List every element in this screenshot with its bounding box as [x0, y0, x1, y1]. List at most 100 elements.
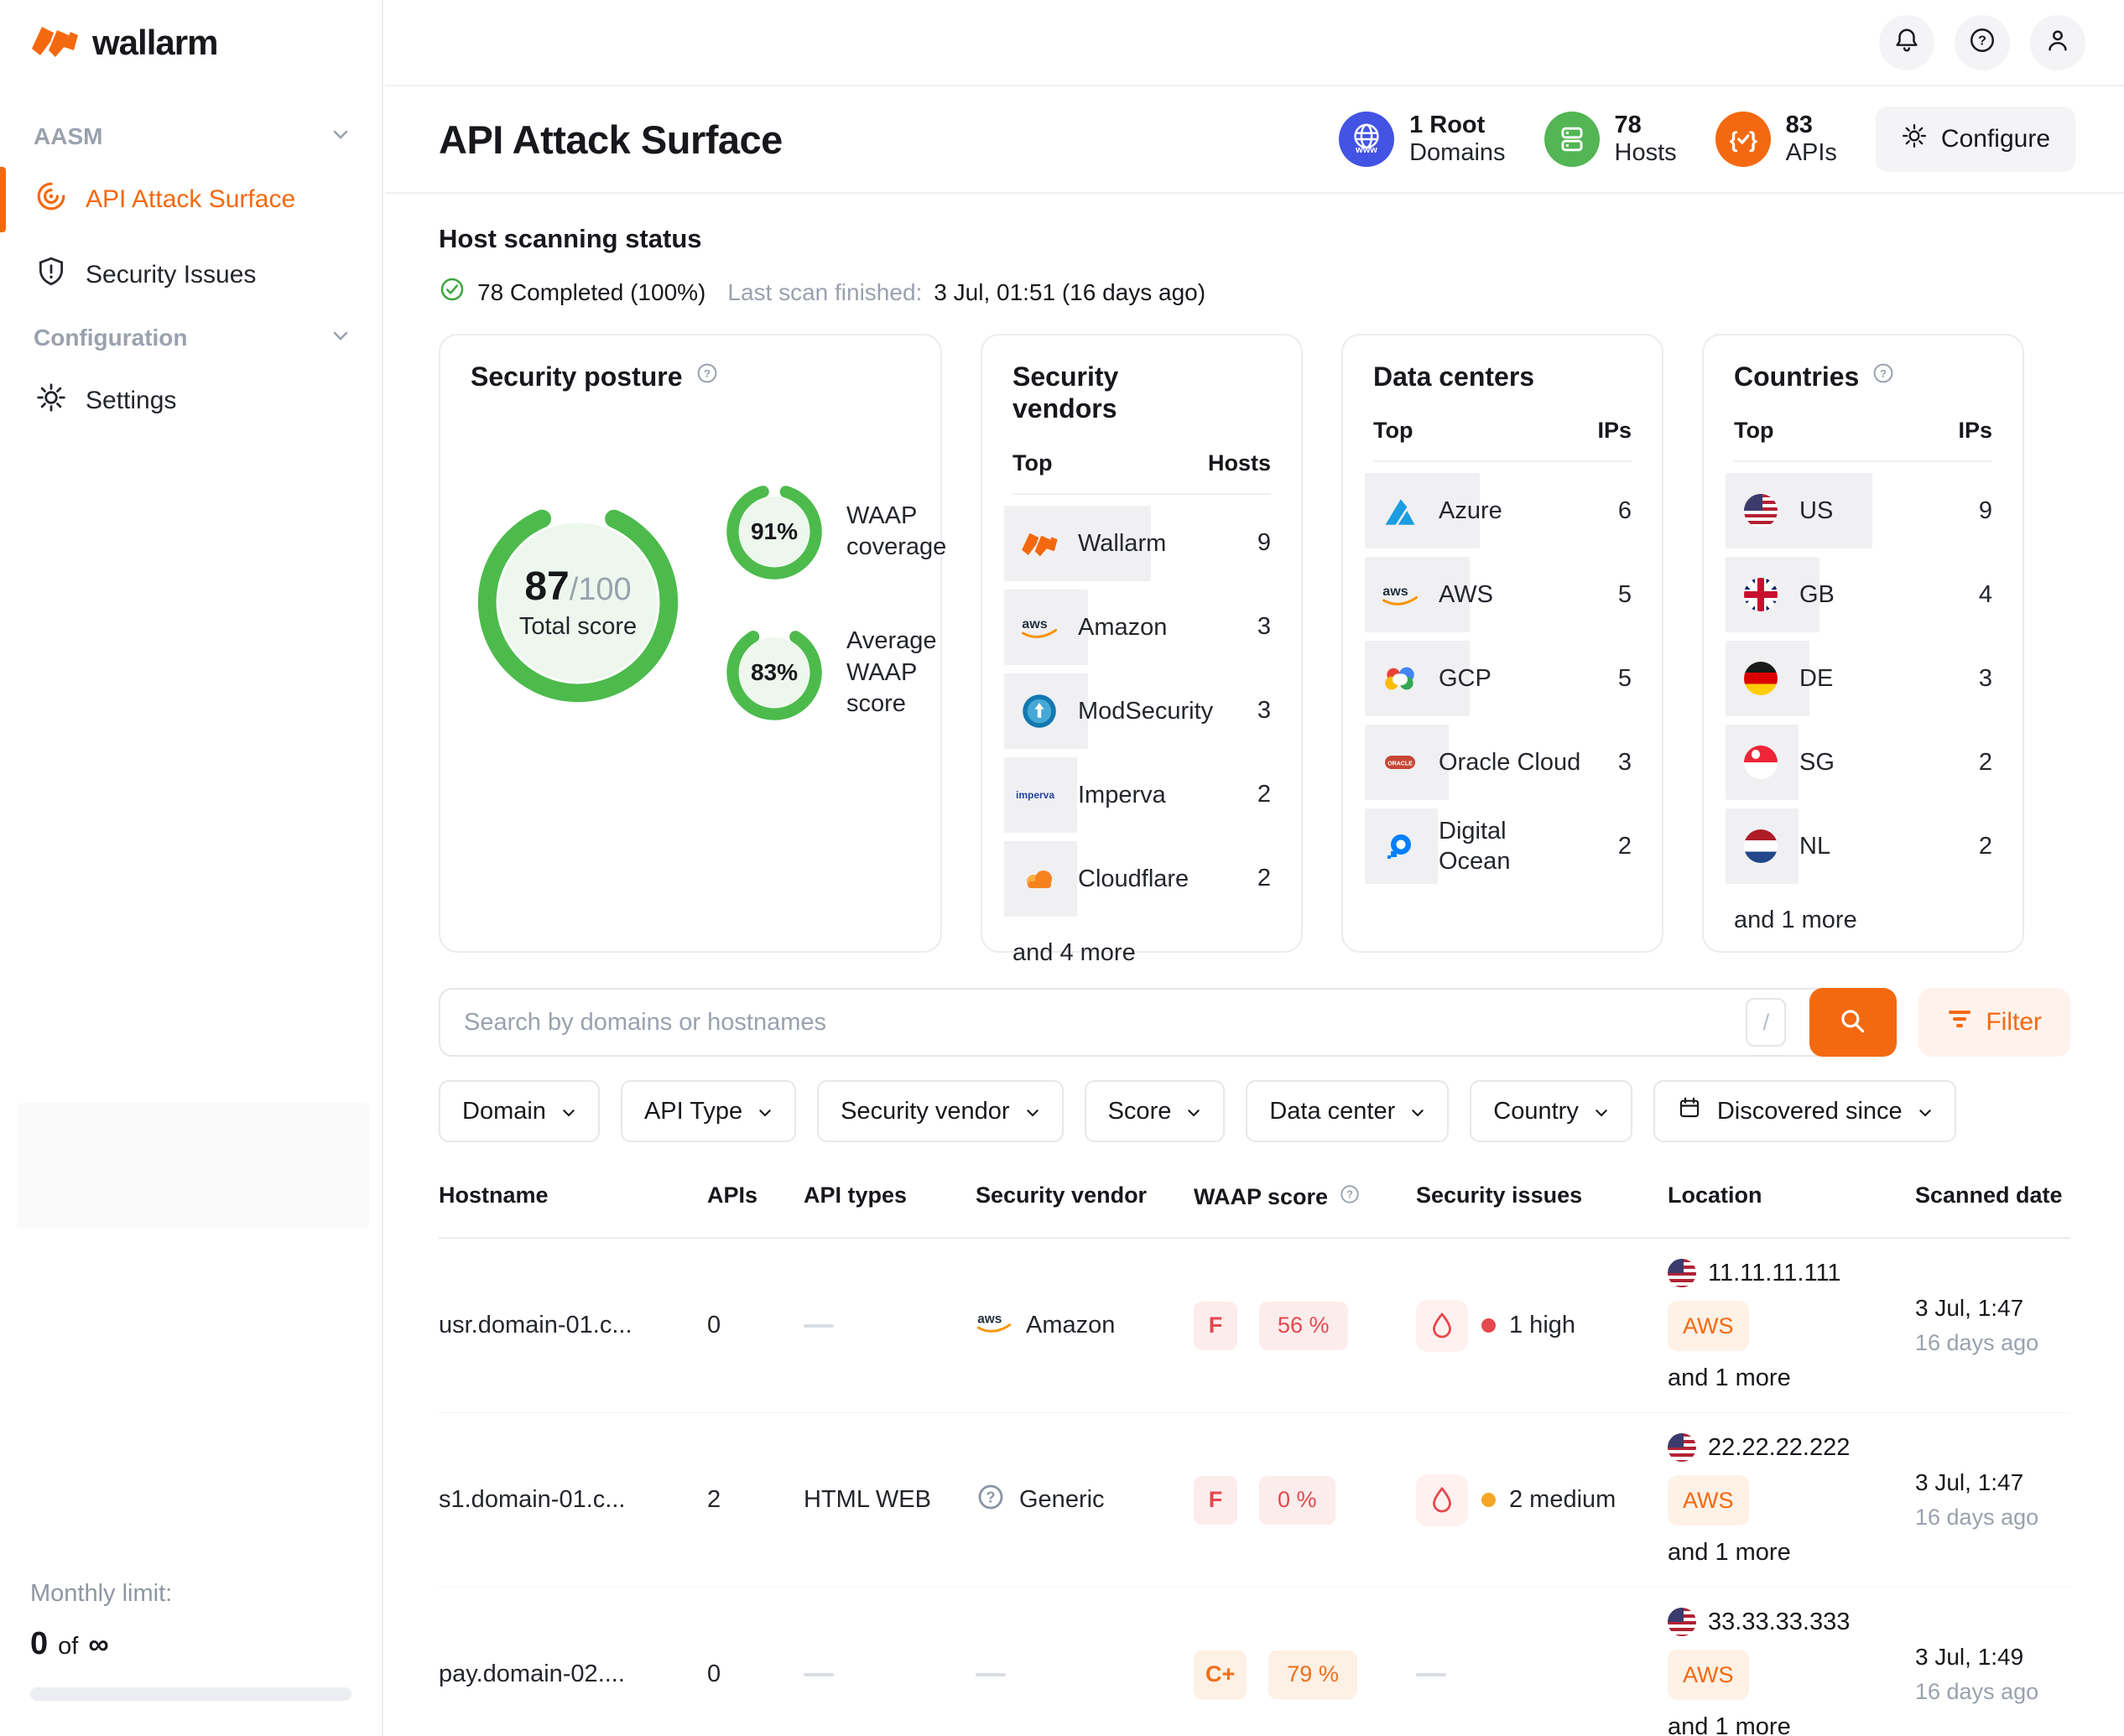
vendors-more-link[interactable]: and 4 more [1013, 939, 1271, 967]
datacenter-row[interactable]: Digital Ocean 2 [1373, 804, 1632, 888]
column-security-vendor[interactable]: Security vendor [976, 1182, 1194, 1208]
help-button[interactable]: ? [1955, 15, 2010, 70]
scan-date-ago: 16 days ago [1915, 1505, 2079, 1531]
datacenter-chip: AWS [1668, 1301, 1749, 1351]
waap-coverage-ring: 91% WAAP coverage [722, 480, 946, 584]
datacenter-row[interactable]: Azure 6 [1373, 469, 1632, 553]
filter-chip-data-center[interactable]: Data center [1246, 1080, 1449, 1142]
help-circle-icon[interactable]: ? [695, 361, 720, 390]
nav-section-configuration[interactable]: Configuration [0, 313, 382, 363]
datacenter-row[interactable]: ORACLE Oracle Cloud 3 [1373, 720, 1632, 804]
svg-text:aws: aws [1022, 616, 1047, 632]
chip-label: Discovered since [1717, 1098, 1903, 1125]
azure-logo-icon [1373, 494, 1427, 528]
filter-chip-api-type[interactable]: API Type [621, 1080, 796, 1142]
table-row[interactable]: usr.domain-01.c... 0 aws Amazon F 56 % [439, 1239, 2070, 1413]
vendor-row[interactable]: Wallarm 9 [1013, 502, 1271, 585]
api-types-cell: HTML WEB [804, 1486, 976, 1514]
scan-date-ago: 16 days ago [1915, 1330, 2079, 1356]
vendor-row[interactable]: aws Amazon 3 [1013, 585, 1271, 669]
hostname-cell[interactable]: s1.domain-01.c... [439, 1486, 707, 1514]
column-top: Top [1373, 418, 1413, 444]
datacenter-row[interactable]: GCP 5 [1373, 637, 1632, 720]
help-circle-icon[interactable]: ? [1871, 361, 1896, 390]
help-circle-icon: ? [1968, 26, 1996, 59]
filter-button[interactable]: Filter [1918, 988, 2070, 1057]
vendor-row[interactable]: ModSecurity 3 [1013, 669, 1271, 753]
sidebar-item-security-issues[interactable]: Security Issues [0, 237, 382, 313]
stat-apis: {} 83 APIs [1715, 112, 1837, 168]
imperva-logo-icon: imperva [1013, 787, 1066, 803]
flag-us-icon [1668, 1259, 1696, 1287]
stat-label: APIs [1786, 139, 1837, 167]
country-row[interactable]: NL 2 [1734, 804, 1992, 888]
country-row[interactable]: US 9 [1734, 469, 1992, 553]
search-input[interactable] [464, 1009, 1731, 1037]
brand-logo[interactable]: wallarm [0, 0, 382, 63]
search-row: / Filter [439, 988, 2070, 1057]
datacenter-name: GCP [1439, 663, 1491, 694]
filter-chip-security-vendor[interactable]: Security vendor [817, 1080, 1064, 1142]
vendor-value: 3 [1257, 613, 1271, 641]
card-title: Data centers [1373, 361, 1534, 392]
app-root: wallarm AASM API Attack Surface Security… [0, 0, 2124, 1736]
scan-completed-text: 78 Completed (100%) [477, 279, 705, 306]
sidebar-item-api-attack-surface[interactable]: API Attack Surface [0, 162, 382, 237]
header-stats: www 1 Root Domains 78 Hosts [1339, 112, 1837, 168]
countries-more-link[interactable]: and 1 more [1734, 907, 1992, 934]
issues-text: 1 high [1509, 1312, 1575, 1339]
location-more-link[interactable]: and 1 more [1668, 1713, 1791, 1736]
column-waap-score[interactable]: WAAP score ? [1194, 1182, 1416, 1212]
filter-chip-discovered-since[interactable]: Discovered since [1653, 1080, 1956, 1142]
filter-chip-score[interactable]: Score [1085, 1080, 1226, 1142]
server-icon [1544, 112, 1600, 167]
configure-button[interactable]: Configure [1876, 107, 2075, 172]
column-scanned-date[interactable]: Scanned date [1915, 1182, 2079, 1208]
notifications-button[interactable] [1879, 15, 1934, 70]
search-button[interactable] [1809, 988, 1897, 1057]
check-circle-icon [439, 276, 466, 309]
account-button[interactable] [2030, 15, 2085, 70]
column-hostname[interactable]: Hostname [439, 1182, 707, 1208]
empty-value-dash [1416, 1673, 1446, 1676]
column-security-issues[interactable]: Security issues [1416, 1182, 1668, 1208]
search-icon [1837, 1006, 1869, 1040]
datacenter-row[interactable]: aws AWS 5 [1373, 553, 1632, 637]
country-row[interactable]: DE 3 [1734, 637, 1992, 720]
sidebar-item-settings[interactable]: Settings [0, 363, 382, 439]
location-more-link[interactable]: and 1 more [1668, 1539, 1791, 1567]
column-api-types[interactable]: API types [804, 1182, 976, 1208]
country-row[interactable]: GB 4 [1734, 553, 1992, 637]
country-row[interactable]: SG 2 [1734, 720, 1992, 804]
monthly-limit-used: 0 [30, 1626, 48, 1662]
ip-address: 11.11.11.111 [1708, 1260, 1841, 1287]
chip-label: API Type [644, 1098, 742, 1125]
hostname-cell[interactable]: usr.domain-01.c... [439, 1312, 707, 1339]
svg-text:?: ? [703, 367, 710, 380]
location-more-link[interactable]: and 1 more [1668, 1364, 1791, 1392]
column-apis[interactable]: APIs [707, 1182, 804, 1208]
wallarm-vendor-icon [1013, 529, 1066, 558]
nav-section-configuration-label: Configuration [34, 325, 188, 351]
vendor-row[interactable]: Cloudflare 2 [1013, 837, 1271, 921]
chip-label: Domain [462, 1098, 546, 1125]
ring-value: 91% [722, 480, 826, 584]
column-location[interactable]: Location [1668, 1182, 1915, 1208]
severity-dot-high [1481, 1318, 1496, 1333]
filter-chip-country[interactable]: Country [1470, 1080, 1632, 1142]
issues-text: 2 medium [1509, 1486, 1616, 1514]
nav-section-aasm[interactable]: AASM [0, 112, 382, 162]
stat-label: Hosts [1615, 139, 1677, 167]
vendor-row[interactable]: imperva Imperva 2 [1013, 753, 1271, 837]
table-row[interactable]: s1.domain-01.c... 2 HTML WEB ? Generic F… [439, 1413, 2070, 1588]
filter-chip-domain[interactable]: Domain [439, 1080, 600, 1142]
monthly-limit-total: ∞ [88, 1629, 108, 1661]
modsecurity-logo-icon [1013, 693, 1066, 730]
hostname-cell[interactable]: pay.domain-02.... [439, 1661, 707, 1688]
table-row[interactable]: pay.domain-02.... 0 C+ 79 % 33.33.33.333 [439, 1588, 2070, 1736]
waap-score-cell: F 0 % [1194, 1476, 1416, 1525]
user-icon [2043, 26, 2072, 59]
stat-hosts: 78 Hosts [1544, 112, 1677, 168]
flag-us-icon [1734, 494, 1788, 528]
search-box: / [439, 988, 1897, 1057]
